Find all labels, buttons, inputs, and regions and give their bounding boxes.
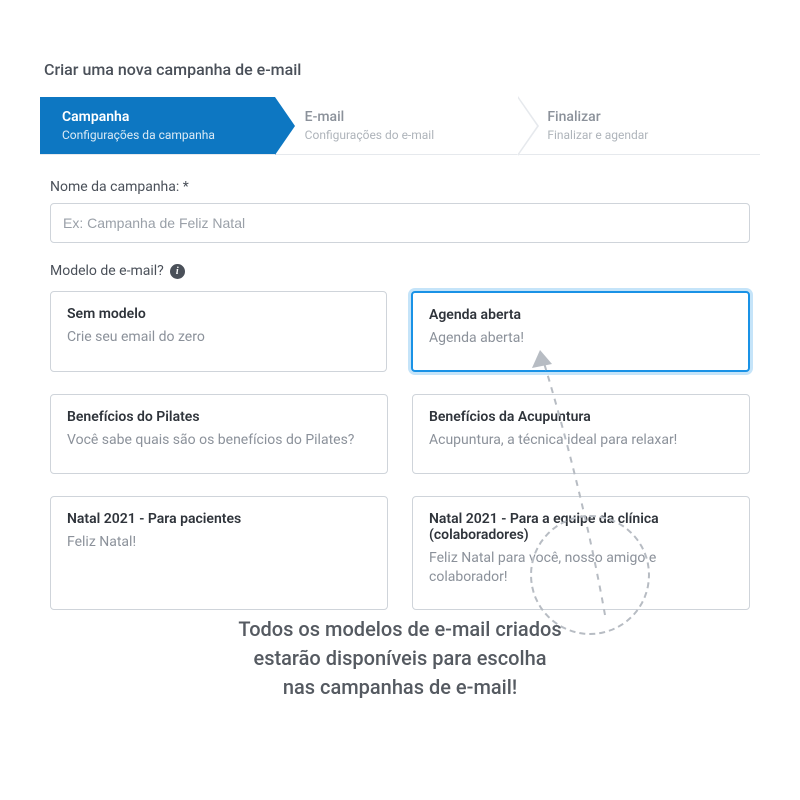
campaign-name-label: Nome da campanha: * [50, 179, 750, 195]
step-title: Campanha [62, 109, 253, 127]
card-desc: Você sabe quais são os benefícios do Pil… [67, 431, 371, 450]
template-label: Modelo de e-mail? i [50, 263, 750, 279]
card-desc: Acupuntura, a técnica ideal para relaxar… [429, 431, 733, 450]
card-title: Natal 2021 - Para a equipe da clínica (c… [429, 511, 733, 543]
page-title: Criar uma nova campanha de e-mail [44, 60, 760, 79]
card-desc: Crie seu email do zero [67, 328, 370, 347]
step-title: Finalizar [547, 109, 738, 127]
wizard: Campanha Configurações da campanha E-mai… [40, 97, 760, 155]
card-desc: Feliz Natal para você, nosso amigo e col… [429, 549, 733, 587]
template-card-pilates[interactable]: Benefícios do Pilates Você sabe quais sã… [50, 394, 388, 474]
card-desc: Agenda aberta! [429, 329, 732, 348]
template-card-blank[interactable]: Sem modelo Crie seu email do zero [50, 291, 387, 372]
info-icon[interactable]: i [170, 264, 185, 279]
caption-line: nas campanhas de e-mail! [0, 673, 800, 702]
template-card-acupuntura[interactable]: Benefícios da Acupuntura Acupuntura, a t… [412, 394, 750, 474]
annotation-caption: Todos os modelos de e-mail criados estar… [0, 615, 800, 702]
template-card-natal-equipe[interactable]: Natal 2021 - Para a equipe da clínica (c… [412, 496, 750, 610]
card-desc: Feliz Natal! [67, 533, 371, 552]
template-label-text: Modelo de e-mail? [50, 263, 164, 279]
card-title: Natal 2021 - Para pacientes [67, 511, 371, 527]
step-sub: Finalizar e agendar [547, 128, 738, 142]
step-title: E-mail [305, 109, 496, 127]
template-grid: Sem modelo Crie seu email do zero Agenda… [40, 291, 760, 620]
step-sub: Configurações da campanha [62, 128, 253, 142]
wizard-step-campanha[interactable]: Campanha Configurações da campanha [40, 97, 275, 154]
card-title: Benefícios do Pilates [67, 409, 371, 425]
wizard-step-email[interactable]: E-mail Configurações do e-mail [275, 97, 518, 154]
card-title: Benefícios da Acupuntura [429, 409, 733, 425]
card-title: Agenda aberta [429, 307, 732, 323]
campaign-name-input[interactable] [50, 203, 750, 243]
wizard-step-finalizar[interactable]: Finalizar Finalizar e agendar [517, 97, 760, 154]
caption-line: estarão disponíveis para escolha [0, 644, 800, 673]
card-title: Sem modelo [67, 306, 370, 322]
step-sub: Configurações do e-mail [305, 128, 496, 142]
template-card-agenda-aberta[interactable]: Agenda aberta Agenda aberta! [411, 291, 750, 372]
template-card-natal-pacientes[interactable]: Natal 2021 - Para pacientes Feliz Natal! [50, 496, 388, 610]
